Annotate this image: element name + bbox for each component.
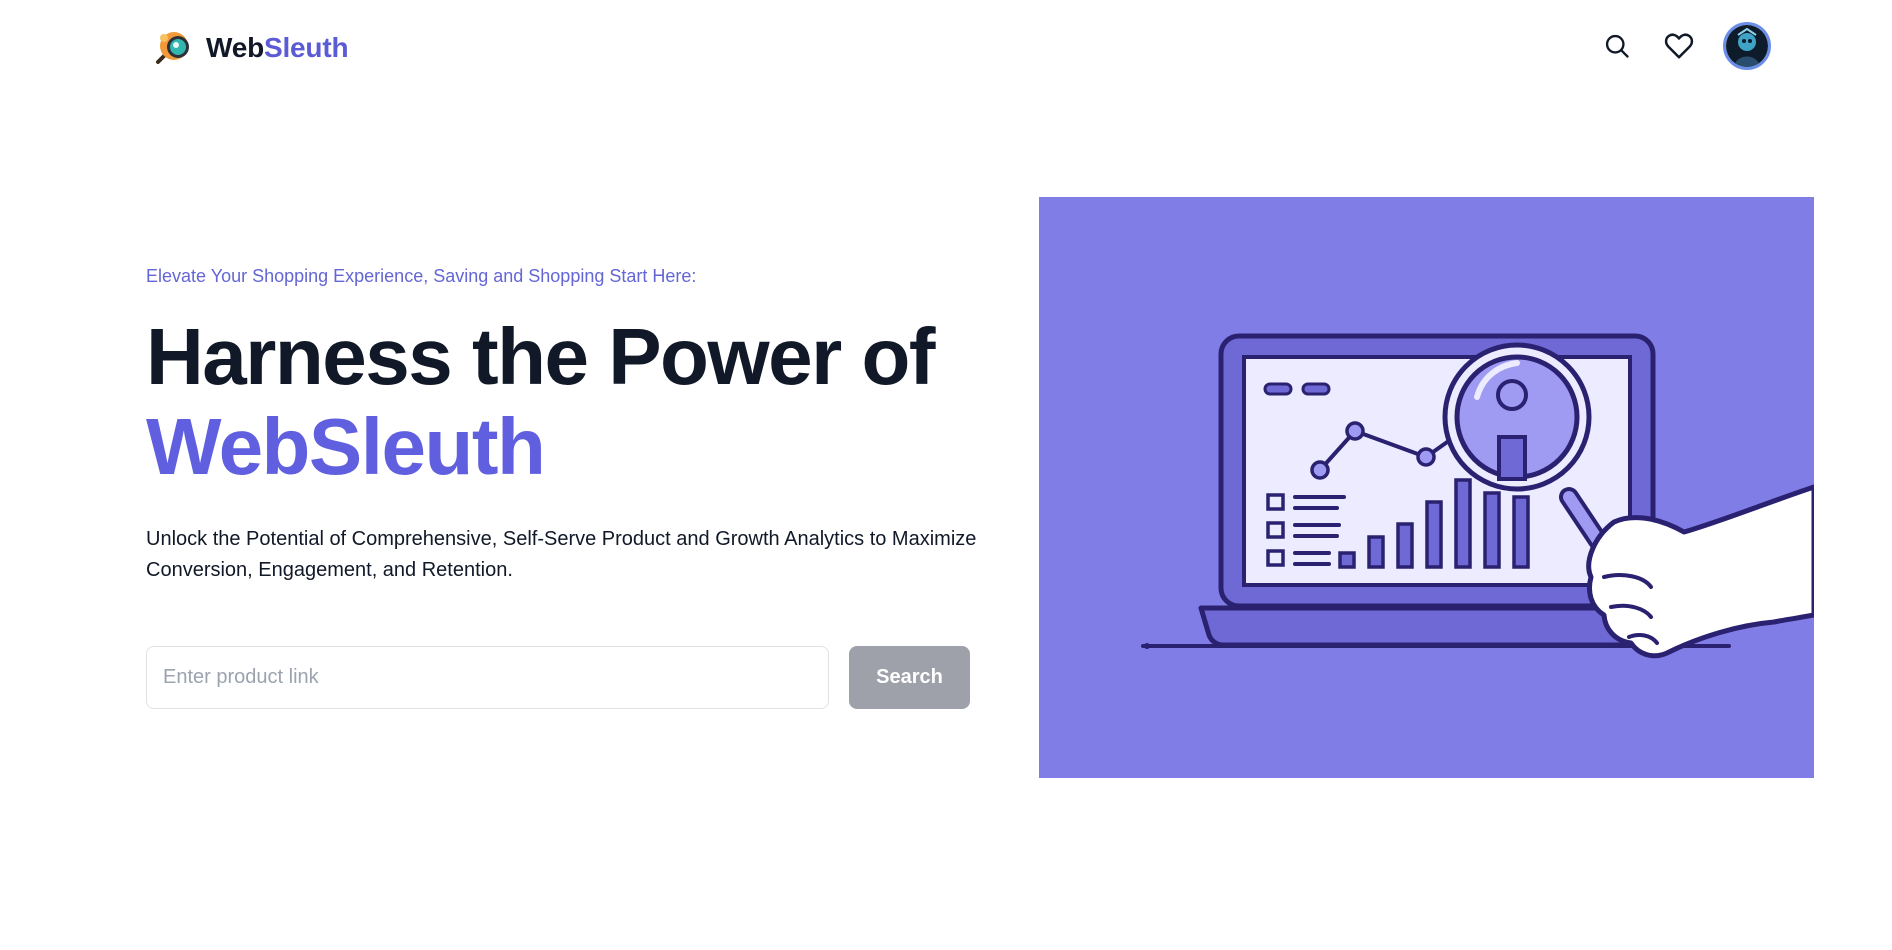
hero-description: Unlock the Potential of Comprehensive, S… (146, 528, 977, 581)
product-link-input[interactable] (146, 646, 829, 709)
hero-illustration (1039, 197, 1814, 778)
nav-actions (1599, 22, 1771, 70)
user-avatar[interactable] (1723, 22, 1771, 70)
laptop-analytics-illustration (1039, 197, 1814, 778)
avatar-image (1726, 25, 1768, 67)
navbar: WebSleuth (0, 0, 1892, 96)
search-icon (1605, 34, 1629, 58)
favorites-button[interactable] (1661, 28, 1697, 64)
hero-tagline: Elevate Your Shopping Experience, Saving… (146, 266, 697, 286)
product-search-form: Search (146, 646, 970, 709)
headline-line1: Harness the Power of (146, 312, 936, 401)
search-submit-button[interactable]: Search (849, 646, 970, 709)
search-button[interactable] (1599, 28, 1635, 64)
magnifier-logo-icon (156, 32, 189, 64)
brand-logo[interactable]: WebSleuth (154, 24, 349, 72)
brand-name: WebSleuth (206, 32, 349, 63)
hero-headline: Harness the Power of WebSleuth (146, 312, 936, 492)
headline-brand: WebSleuth (146, 402, 546, 491)
heart-icon (1664, 33, 1694, 59)
